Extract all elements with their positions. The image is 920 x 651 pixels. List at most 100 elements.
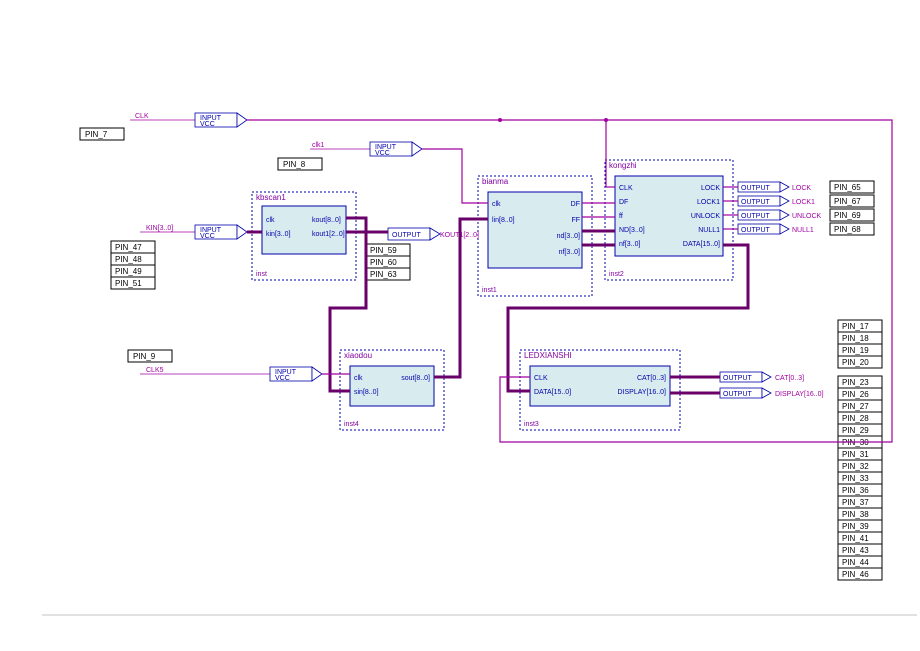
svg-text:KIN[3..0]: KIN[3..0]	[146, 225, 173, 232]
svg-text:DATA[15..0]: DATA[15..0]	[534, 389, 571, 396]
svg-text:VCC: VCC	[375, 150, 390, 157]
module-bianma[interactable]: bianma clk lin[8..0] DF FF nd[3..0] nf[3…	[478, 176, 592, 296]
svg-text:PIN_26: PIN_26	[842, 390, 869, 399]
svg-text:PIN_17: PIN_17	[842, 322, 869, 331]
svg-text:PIN_38: PIN_38	[842, 510, 869, 519]
pin-7[interactable]: PIN_7	[80, 128, 124, 140]
svg-text:clk: clk	[266, 217, 275, 224]
svg-text:OUTPUT: OUTPUT	[392, 232, 422, 239]
svg-text:PIN_43: PIN_43	[842, 546, 869, 555]
svg-text:OUTPUT: OUTPUT	[741, 185, 771, 192]
svg-text:clk: clk	[354, 375, 363, 382]
svg-text:inst3: inst3	[524, 421, 539, 428]
svg-text:CLK5: CLK5	[146, 367, 164, 374]
svg-text:inst4: inst4	[344, 421, 359, 428]
svg-text:PIN_37: PIN_37	[842, 498, 869, 507]
svg-text:LOCK1: LOCK1	[697, 199, 720, 206]
svg-text:VCC: VCC	[200, 233, 215, 240]
svg-text:CLK: CLK	[534, 375, 548, 382]
svg-text:DF: DF	[619, 199, 628, 206]
svg-text:DATA[15..0]: DATA[15..0]	[683, 241, 720, 248]
svg-text:DISPLAY[16..0]: DISPLAY[16..0]	[775, 391, 824, 398]
svg-text:PIN_23: PIN_23	[842, 378, 869, 387]
svg-text:inst: inst	[256, 271, 267, 278]
svg-text:PIN_8: PIN_8	[283, 160, 306, 169]
svg-text:PIN_19: PIN_19	[842, 346, 869, 355]
svg-text:ff: ff	[619, 213, 623, 220]
svg-text:NULL1: NULL1	[698, 227, 720, 234]
pin-9[interactable]: PIN_9	[128, 350, 172, 362]
svg-text:ND[3..0]: ND[3..0]	[619, 227, 645, 234]
svg-text:PIN_44: PIN_44	[842, 558, 869, 567]
svg-text:PIN_63: PIN_63	[370, 270, 397, 279]
svg-text:PIN_32: PIN_32	[842, 462, 869, 471]
svg-text:PIN_18: PIN_18	[842, 334, 869, 343]
svg-text:CAT[0..3]: CAT[0..3]	[637, 375, 666, 382]
svg-text:inst1: inst1	[482, 287, 497, 294]
svg-text:LOCK: LOCK	[792, 185, 811, 192]
svg-text:VCC: VCC	[200, 121, 215, 128]
svg-text:PIN_31: PIN_31	[842, 450, 869, 459]
module-kongzhi[interactable]: kongzhi CLK DF ff ND[3..0] nf[3..0] LOCK…	[605, 160, 733, 280]
svg-text:xiaodou: xiaodou	[344, 351, 372, 360]
svg-text:PIN_28: PIN_28	[842, 414, 869, 423]
svg-text:nf[3..0]: nf[3..0]	[559, 249, 580, 256]
pin-kout1-list: PIN_59 PIN_60 PIN_63	[366, 244, 410, 280]
svg-text:PIN_7: PIN_7	[85, 130, 108, 139]
svg-text:PIN_29: PIN_29	[842, 426, 869, 435]
svg-text:OUTPUT: OUTPUT	[741, 199, 771, 206]
svg-text:nf[3..0]: nf[3..0]	[619, 241, 640, 248]
svg-text:PIN_69: PIN_69	[834, 211, 861, 220]
svg-text:CAT[0..3]: CAT[0..3]	[775, 375, 804, 382]
svg-text:LEDXIANSHI: LEDXIANSHI	[524, 351, 572, 360]
svg-text:LOCK: LOCK	[701, 185, 720, 192]
svg-text:kbscan1: kbscan1	[256, 193, 286, 202]
svg-text:PIN_51: PIN_51	[115, 279, 142, 288]
svg-text:OUTPUT: OUTPUT	[741, 227, 771, 234]
pin-display-list: PIN_23 PIN_26 PIN_27 PIN_28 PIN_29 PIN_3…	[838, 376, 882, 580]
svg-text:PIN_20: PIN_20	[842, 358, 869, 367]
module-xiaodou[interactable]: xiaodou clk sin[8..0] sout[8..0] inst4	[340, 350, 444, 430]
svg-text:PIN_68: PIN_68	[834, 225, 861, 234]
module-ledxianshi[interactable]: LEDXIANSHI CLK DATA[15..0] CAT[0..3] DIS…	[520, 350, 680, 430]
svg-text:CLK: CLK	[619, 185, 633, 192]
svg-text:sin[8..0]: sin[8..0]	[354, 389, 379, 396]
svg-text:kongzhi: kongzhi	[609, 161, 637, 170]
svg-text:inst2: inst2	[609, 271, 624, 278]
svg-text:PIN_65: PIN_65	[834, 183, 861, 192]
svg-text:PIN_47: PIN_47	[115, 243, 142, 252]
module-kbscan1[interactable]: kbscan1 clk kin[3..0] kout[8..0] kout1[2…	[252, 192, 356, 280]
pin-cat-list: PIN_17 PIN_18 PIN_19 PIN_20	[838, 320, 882, 368]
svg-text:bianma: bianma	[482, 177, 509, 186]
svg-text:UNLOCK: UNLOCK	[792, 213, 822, 220]
svg-text:kout[8..0]: kout[8..0]	[312, 217, 341, 224]
svg-text:PIN_33: PIN_33	[842, 474, 869, 483]
svg-text:FF: FF	[571, 217, 580, 224]
svg-text:PIN_46: PIN_46	[842, 570, 869, 579]
svg-text:clk: clk	[492, 201, 501, 208]
svg-text:nd[3..0]: nd[3..0]	[557, 233, 580, 240]
svg-text:PIN_67: PIN_67	[834, 197, 861, 206]
svg-text:lin[8..0]: lin[8..0]	[492, 217, 515, 224]
svg-text:OUTPUT: OUTPUT	[723, 375, 753, 382]
pin-8[interactable]: PIN_8	[278, 158, 322, 170]
svg-text:PIN_41: PIN_41	[842, 534, 869, 543]
svg-text:PIN_39: PIN_39	[842, 522, 869, 531]
svg-text:OUTPUT: OUTPUT	[723, 391, 753, 398]
svg-text:LOCK1: LOCK1	[792, 199, 815, 206]
svg-text:PIN_48: PIN_48	[115, 255, 142, 264]
svg-text:DF: DF	[571, 201, 580, 208]
svg-text:kin[3..0]: kin[3..0]	[266, 231, 291, 238]
svg-text:UNLOCK: UNLOCK	[691, 213, 721, 220]
svg-text:DISPLAY[16..0]: DISPLAY[16..0]	[617, 389, 666, 396]
svg-text:sout[8..0]: sout[8..0]	[401, 375, 430, 382]
svg-text:PIN_36: PIN_36	[842, 486, 869, 495]
svg-text:OUTPUT: OUTPUT	[741, 213, 771, 220]
svg-text:kout1[2..0]: kout1[2..0]	[312, 231, 345, 238]
svg-text:PIN_49: PIN_49	[115, 267, 142, 276]
svg-text:PIN_60: PIN_60	[370, 258, 397, 267]
svg-text:NULL1: NULL1	[792, 227, 814, 234]
svg-text:PIN_59: PIN_59	[370, 246, 397, 255]
svg-text:PIN_9: PIN_9	[133, 352, 156, 361]
svg-text:clk1: clk1	[312, 142, 325, 149]
